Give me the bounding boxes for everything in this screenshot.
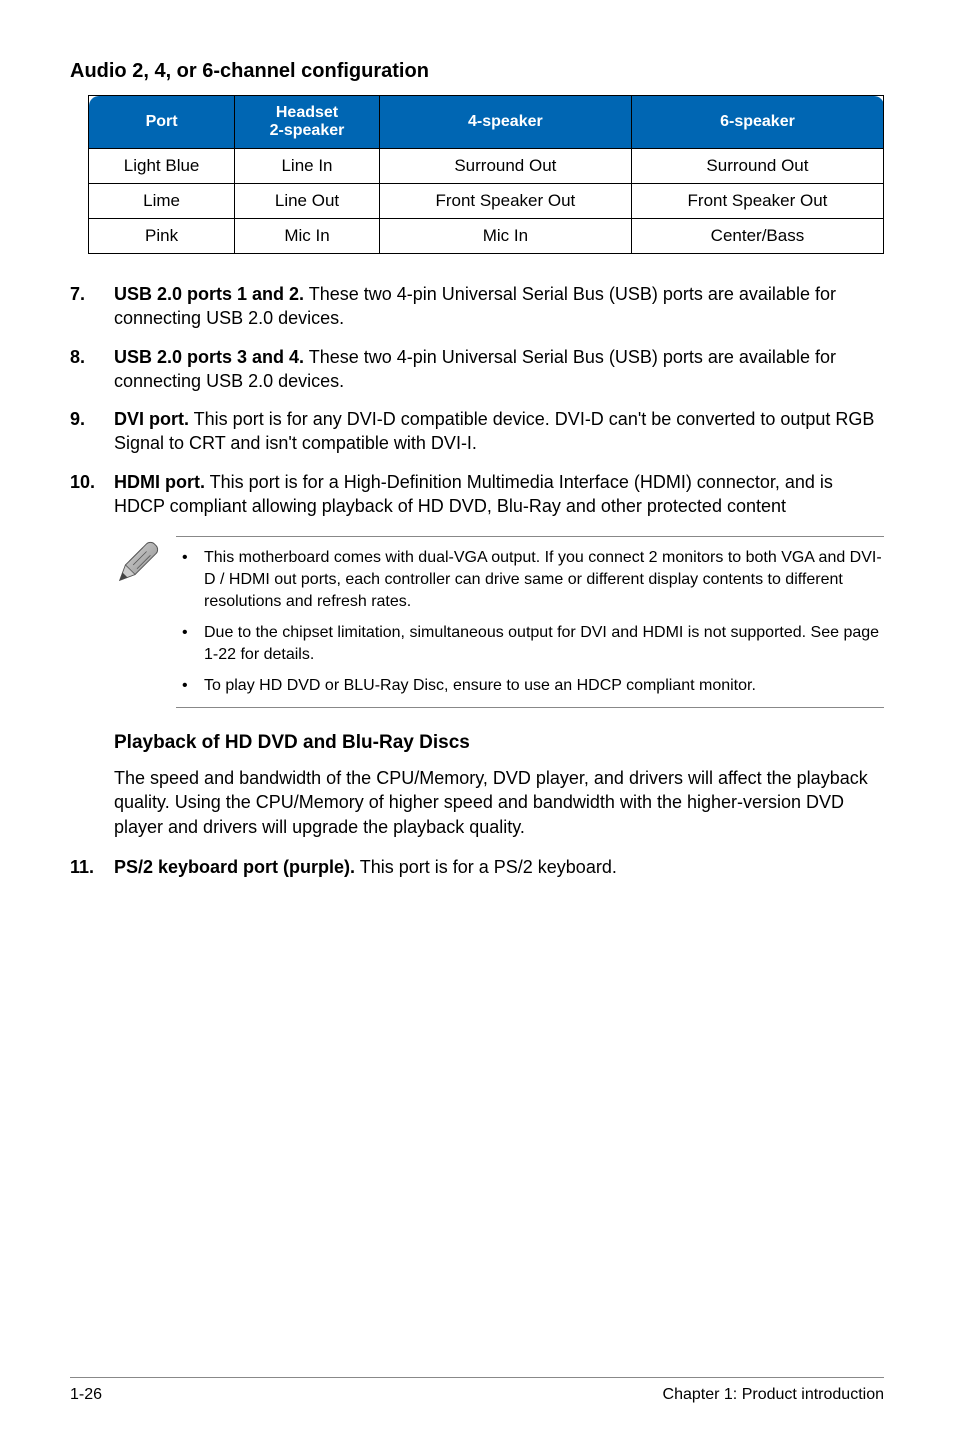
note-item: • This motherboard comes with dual-VGA o… bbox=[176, 547, 884, 612]
th-headset: Headset 2-speaker bbox=[235, 96, 380, 149]
list-item: 8. USB 2.0 ports 3 and 4. These two 4-pi… bbox=[70, 345, 884, 394]
page-footer: 1-26 Chapter 1: Product introduction bbox=[70, 1377, 884, 1404]
footer-page-number: 1-26 bbox=[70, 1386, 102, 1404]
note-text: To play HD DVD or BLU-Ray Disc, ensure t… bbox=[204, 675, 756, 697]
pencil-icon bbox=[114, 536, 176, 591]
cell-headset: Line Out bbox=[235, 184, 380, 219]
cell-6speaker: Front Speaker Out bbox=[631, 184, 883, 219]
cell-port: Light Blue bbox=[89, 149, 235, 184]
bullet: • bbox=[176, 622, 204, 665]
section-title-audio-config: Audio 2, 4, or 6-channel configuration bbox=[70, 60, 884, 83]
item-content: HDMI port. This port is for a High-Defin… bbox=[114, 470, 884, 519]
list-item: 7. USB 2.0 ports 1 and 2. These two 4-pi… bbox=[70, 282, 884, 331]
note-block: • This motherboard comes with dual-VGA o… bbox=[114, 536, 884, 708]
item-lead: USB 2.0 ports 3 and 4. bbox=[114, 347, 304, 367]
item-number: 10. bbox=[70, 470, 114, 519]
item-number: 7. bbox=[70, 282, 114, 331]
table-row: Light Blue Line In Surround Out Surround… bbox=[89, 149, 884, 184]
cell-headset: Line In bbox=[235, 149, 380, 184]
item-number: 11. bbox=[70, 855, 114, 879]
note-text: This motherboard comes with dual-VGA out… bbox=[204, 547, 884, 612]
item-content: DVI port. This port is for any DVI-D com… bbox=[114, 407, 884, 456]
subsection-title-playback: Playback of HD DVD and Blu-Ray Discs bbox=[114, 732, 884, 754]
list-item: 9. DVI port. This port is for any DVI-D … bbox=[70, 407, 884, 456]
item-lead: USB 2.0 ports 1 and 2. bbox=[114, 284, 304, 304]
audio-config-table: Port Headset 2-speaker 4-speaker 6-speak… bbox=[88, 95, 884, 254]
footer-chapter-title: Chapter 1: Product introduction bbox=[663, 1386, 884, 1404]
th-headset-line2: 2-speaker bbox=[241, 122, 373, 140]
item-lead: PS/2 keyboard port (purple). bbox=[114, 857, 355, 877]
cell-port: Pink bbox=[89, 219, 235, 254]
cell-6speaker: Surround Out bbox=[631, 149, 883, 184]
th-headset-line1: Headset bbox=[241, 104, 373, 122]
th-6speaker: 6-speaker bbox=[631, 96, 883, 149]
body-paragraph: The speed and bandwidth of the CPU/Memor… bbox=[114, 766, 884, 839]
item-number: 9. bbox=[70, 407, 114, 456]
cell-4speaker: Front Speaker Out bbox=[379, 184, 631, 219]
cell-4speaker: Surround Out bbox=[379, 149, 631, 184]
numbered-list-continued: 11. PS/2 keyboard port (purple). This po… bbox=[70, 855, 884, 879]
table-row: Lime Line Out Front Speaker Out Front Sp… bbox=[89, 184, 884, 219]
list-item: 10. HDMI port. This port is for a High-D… bbox=[70, 470, 884, 519]
list-item: 11. PS/2 keyboard port (purple). This po… bbox=[70, 855, 884, 879]
item-content: USB 2.0 ports 3 and 4. These two 4-pin U… bbox=[114, 345, 884, 394]
bullet: • bbox=[176, 547, 204, 612]
numbered-list: 7. USB 2.0 ports 1 and 2. These two 4-pi… bbox=[70, 282, 884, 518]
item-number: 8. bbox=[70, 345, 114, 394]
item-content: USB 2.0 ports 1 and 2. These two 4-pin U… bbox=[114, 282, 884, 331]
item-rest: This port is for any DVI-D compatible de… bbox=[114, 409, 874, 453]
th-4speaker: 4-speaker bbox=[379, 96, 631, 149]
item-rest: This port is for a PS/2 keyboard. bbox=[355, 857, 617, 877]
cell-6speaker: Center/Bass bbox=[631, 219, 883, 254]
item-lead: DVI port. bbox=[114, 409, 189, 429]
th-port: Port bbox=[89, 96, 235, 149]
cell-headset: Mic In bbox=[235, 219, 380, 254]
item-content: PS/2 keyboard port (purple). This port i… bbox=[114, 855, 884, 879]
cell-4speaker: Mic In bbox=[379, 219, 631, 254]
bullet: • bbox=[176, 675, 204, 697]
table-row: Pink Mic In Mic In Center/Bass bbox=[89, 219, 884, 254]
note-content: • This motherboard comes with dual-VGA o… bbox=[176, 536, 884, 708]
item-rest: This port is for a High-Definition Multi… bbox=[114, 472, 833, 516]
note-item: • Due to the chipset limitation, simulta… bbox=[176, 622, 884, 665]
cell-port: Lime bbox=[89, 184, 235, 219]
note-item: • To play HD DVD or BLU-Ray Disc, ensure… bbox=[176, 675, 884, 697]
note-text: Due to the chipset limitation, simultane… bbox=[204, 622, 884, 665]
item-lead: HDMI port. bbox=[114, 472, 205, 492]
